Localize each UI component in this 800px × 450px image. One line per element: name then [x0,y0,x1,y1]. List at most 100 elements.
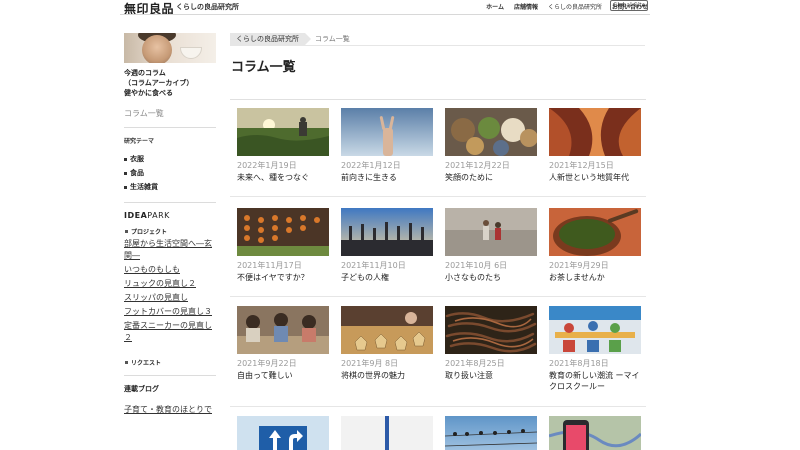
shogi-board-image [341,306,433,354]
weekly-column-block[interactable]: 今週のコラム （コラムアーカイブ） 健やかに食べる [124,68,216,98]
column-thumbnail[interactable] [549,416,641,450]
ideapark-logo-thin: PARK [147,211,170,220]
breadcrumb-parent[interactable]: くらしの良品研究所 [230,33,311,45]
nav-home[interactable]: ホーム [486,2,504,11]
column-date: 2022年1月19日 [237,161,297,170]
blog-link[interactable]: 子育て・教育のほとりで [124,404,216,416]
column-title[interactable]: 笑顔のために [445,172,537,183]
column-thumbnail[interactable] [341,416,433,450]
theme-item-household[interactable]: 生活雑貨 [124,180,216,194]
nav-lab[interactable]: くらしの良品研究所 [548,2,602,11]
column-date: 2021年9月22日 [237,359,297,368]
column-card[interactable] [549,416,641,450]
column-thumbnail[interactable] [237,306,329,354]
column-card[interactable]: 2021年12月15日 人新世という地質年代 [549,108,641,183]
project-link[interactable]: いつものもしも [124,264,216,276]
column-title[interactable]: 人新世という地質年代 [549,172,641,183]
weekly-label: 今週のコラム [124,69,166,77]
column-title[interactable]: 将棋の世界の魅力 [341,370,433,381]
column-title[interactable]: 取り扱い注意 [445,370,537,381]
row-divider [230,296,646,297]
theme-item-food[interactable]: 食品 [124,166,216,180]
column-card[interactable]: 2022年1月12日 前向きに生きる [341,108,433,183]
sidebar-divider [124,127,216,128]
column-thumbnail[interactable] [237,416,329,450]
column-date: 2021年9月 8日 [341,359,399,368]
column-thumbnail[interactable] [445,208,537,256]
column-title[interactable]: 小さなものたち [445,272,537,283]
column-thumbnail[interactable] [237,208,329,256]
project-link[interactable]: リュックの見直し２ [124,278,216,290]
column-card[interactable]: 2021年8月18日 教育の新しい潮流 ーマイクロスクールー [549,306,641,392]
column-date: 2021年12月15日 [549,161,614,170]
ideapark-logo[interactable]: IDEAPARK [124,211,216,220]
green-tea-bowl-image [549,208,641,256]
column-card[interactable]: 2021年8月25日 取り扱い注意 [445,306,537,381]
project-link[interactable]: 部屋から生活空間へ―玄関― [124,238,216,262]
weekly-column-photo[interactable] [124,33,216,63]
column-card[interactable]: 2021年12月22日 笑顔のために [445,108,537,183]
column-thumbnail[interactable] [549,306,641,354]
row-divider [230,406,646,407]
red-canyon-image [549,108,641,156]
column-card[interactable]: 2021年9月22日 自由って難しい [237,306,329,381]
project-link[interactable]: 定番スニーカーの見直し２ [124,320,216,344]
column-title[interactable]: 未来へ、種をつなぐ [237,172,329,183]
column-card[interactable]: 2021年9月 8日 将棋の世界の魅力 [341,306,433,381]
column-title[interactable]: 教育の新しい潮流 ーマイクロスクールー [549,370,641,392]
sidebar-divider [124,375,216,376]
column-thumbnail[interactable] [549,108,641,156]
column-date: 2021年12月22日 [445,161,510,170]
page-title: コラム一覧 [231,60,296,75]
blog-heading: 連載ブログ [124,385,159,393]
peace-hand-image [341,108,433,156]
project-link[interactable]: フットカバーの見直し３ [124,306,216,318]
global-site-button[interactable]: Global Site [610,0,648,11]
column-thumbnail[interactable] [549,208,641,256]
road-sign-image [237,416,329,450]
column-thumbnail[interactable] [341,306,433,354]
theme-heading: 研究テーマ [124,138,155,145]
theme-item-clothing[interactable]: 衣服 [124,152,216,166]
column-date: 2022年1月12日 [341,161,401,170]
breadcrumb: くらしの良品研究所 コラム一覧 [230,33,350,45]
column-card[interactable]: 2021年11月17日 不便はイヤですか？ [237,208,329,283]
ideapark-logo-bold: IDEA [124,211,148,220]
column-date: 2021年11月10日 [341,261,406,270]
column-card[interactable]: 2021年11月10日 子どもの人権 [341,208,433,283]
field-sunset-image [237,108,329,156]
photo-child-face [142,35,172,63]
column-thumbnail[interactable] [445,108,537,156]
column-card[interactable]: 2021年9月29日 お茶しませんか [549,208,641,283]
worms-image [445,306,537,354]
column-title[interactable]: 自由って難しい [237,370,329,381]
column-card[interactable] [237,416,329,450]
column-title[interactable]: 不便はイヤですか？ [237,272,329,283]
column-thumbnail[interactable] [341,108,433,156]
column-list-link[interactable]: コラム一覧 [124,108,216,119]
project-link[interactable]: スリッパの見直し [124,292,216,304]
column-date: 2021年9月29日 [549,261,609,270]
classroom-kids-image [237,306,329,354]
hanging-persimmons-image [237,208,329,256]
column-card[interactable]: 2021年10月 6日 小さなものたち [445,208,537,283]
column-thumbnail[interactable] [445,306,537,354]
column-card[interactable] [341,416,433,450]
request-heading[interactable]: リクエスト [124,358,216,367]
column-date: 2021年8月25日 [445,359,505,368]
breadcrumb-divider [230,45,645,46]
content-divider [230,99,646,100]
brand-subtitle[interactable]: くらしの良品研究所 [176,2,239,12]
nav-stores[interactable]: 店舗情報 [514,2,538,11]
column-title[interactable]: 前向きに生きる [341,172,433,183]
column-thumbnail[interactable] [237,108,329,156]
column-title[interactable]: お茶しませんか [549,272,641,283]
column-date: 2021年11月17日 [237,261,302,270]
column-date: 2021年8月18日 [549,359,609,368]
column-title[interactable]: 子どもの人権 [341,272,433,283]
column-thumbnail[interactable] [341,208,433,256]
row-divider [230,196,646,197]
column-card[interactable] [445,416,537,450]
column-thumbnail[interactable] [445,416,537,450]
column-card[interactable]: 2022年1月19日 未来へ、種をつなぐ [237,108,329,183]
